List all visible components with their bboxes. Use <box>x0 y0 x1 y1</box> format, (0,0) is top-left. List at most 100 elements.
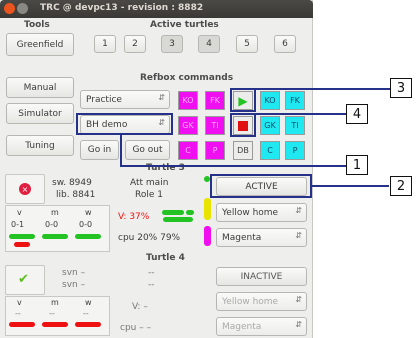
turtle-4-home-value: Yellow home <box>222 296 279 307</box>
close-window-icon[interactable] <box>4 3 15 14</box>
callout-2: 2 <box>390 176 412 196</box>
cyan-freekick-left-button[interactable]: FK <box>205 91 225 110</box>
greenfield-button[interactable]: Greenfield <box>6 33 74 56</box>
turtle-3-lib: lib. 8841 <box>56 190 96 200</box>
goalkick-button[interactable]: GK <box>260 116 280 135</box>
turtle-3-color-value: Magenta <box>222 232 262 243</box>
callout-1: 1 <box>346 155 368 175</box>
combo-arrow-icon: ⇵ <box>158 93 165 102</box>
turtle-4-home-combo[interactable]: Yellow home ⇵ <box>216 292 307 311</box>
w-label: w <box>85 208 92 217</box>
combo-arrow-icon: ⇵ <box>295 295 302 304</box>
turtle-6-button[interactable]: 6 <box>274 35 296 53</box>
annotation-box-2 <box>210 174 312 198</box>
v-error-bar <box>14 242 30 247</box>
m-error-bar <box>42 322 68 327</box>
mode-combo-value: Practice <box>86 94 122 105</box>
m-value: 0-0 <box>45 220 59 229</box>
turtle-3-role: Role 1 <box>135 190 163 200</box>
v-label: v <box>17 298 22 307</box>
v-value: -- <box>15 309 21 318</box>
minimize-window-icon[interactable] <box>17 3 28 14</box>
voltage-bar-3 <box>163 217 193 222</box>
dropball-button[interactable]: DB <box>233 141 253 160</box>
m-status-bar <box>42 234 68 239</box>
turtle-4-color-value: Magenta <box>222 321 262 332</box>
turtle-3-vmw-panel: v m w 0-1 0-0 0-0 <box>5 205 110 252</box>
turtle-3-sw: sw. 8949 <box>52 178 92 188</box>
annotation-line-2 <box>311 185 389 187</box>
error-icon: × <box>19 183 31 195</box>
combo-arrow-icon: ⇵ <box>295 231 302 240</box>
go-in-button[interactable]: Go in <box>80 140 119 160</box>
annotation-box-1 <box>76 113 173 135</box>
w-value: 0-0 <box>79 220 93 229</box>
m-label: m <box>51 298 59 307</box>
v-value: 0-1 <box>11 220 25 229</box>
turtle-4-button[interactable]: 4 <box>198 35 220 53</box>
title-bar: TRC @ devpc13 - revision : 8882 <box>0 0 313 18</box>
m-value: -- <box>49 309 55 318</box>
annotation-line-1b <box>120 165 348 167</box>
refbox-header: Refbox commands <box>140 73 234 83</box>
turtle-3-home-value: Yellow home <box>222 207 279 218</box>
go-out-button[interactable]: Go out <box>125 140 170 160</box>
w-value: -- <box>83 309 89 318</box>
penalty-left-button[interactable]: P <box>205 141 225 160</box>
voltage-bar-1 <box>162 210 184 215</box>
annotation-box-4 <box>230 113 256 137</box>
voltage-bar-2 <box>186 210 194 215</box>
window-title: TRC @ devpc13 - revision : 8882 <box>40 3 204 13</box>
v-status-bar <box>9 234 35 239</box>
v-label: v <box>17 208 22 217</box>
turtle-4-color-combo[interactable]: Magenta ⇵ <box>216 317 307 336</box>
turtle-3-home-indicator <box>204 198 211 220</box>
turtle-4-cpu: cpu – – <box>120 323 152 333</box>
turtle-3-button[interactable]: 3 <box>161 35 183 53</box>
kickoff-button[interactable]: KO <box>260 91 280 110</box>
turtle-4-ok-panel: ✔ <box>5 265 45 295</box>
tools-header: Tools <box>24 20 50 30</box>
w-status-bar <box>75 234 101 239</box>
mode-combo[interactable]: Practice ⇵ <box>80 90 170 109</box>
turtle-3-color-combo[interactable]: Magenta ⇵ <box>216 228 307 247</box>
turtle-3-home-combo[interactable]: Yellow home ⇵ <box>216 203 307 222</box>
combo-arrow-icon: ⇵ <box>295 206 302 215</box>
manual-button[interactable]: Manual <box>6 77 74 98</box>
turtle-3-color-indicator <box>204 226 211 246</box>
turtle-4-voltage: V: – <box>132 302 148 312</box>
corner-left-button[interactable]: C <box>178 141 198 160</box>
turtle-4-sw: svn – <box>62 268 86 278</box>
turtle-3-cpu: cpu 20% 79% <box>118 233 181 243</box>
v-error-bar <box>9 322 35 327</box>
turtle-4-header: Turtle 4 <box>146 253 185 263</box>
annotation-line-3 <box>255 88 391 90</box>
annotation-box-3 <box>230 88 256 112</box>
goalkick-left-button[interactable]: GK <box>178 116 198 135</box>
callout-4: 4 <box>346 104 368 124</box>
penalty-button[interactable]: P <box>285 141 305 160</box>
turtle-3-error-panel: × <box>5 174 45 204</box>
combo-arrow-icon: ⇵ <box>295 320 302 329</box>
throwin-left-button[interactable]: TI <box>205 116 225 135</box>
turtle-2-button[interactable]: 2 <box>124 35 146 53</box>
cyan-kickoff-left-button[interactable]: KO <box>178 91 198 110</box>
w-label: w <box>85 298 92 307</box>
turtle-5-button[interactable]: 5 <box>236 35 258 53</box>
m-label: m <box>51 208 59 217</box>
trc-window: TRC @ devpc13 - revision : 8882 Tools Ac… <box>0 0 313 338</box>
turtle-4-att: -- <box>148 268 155 278</box>
tuning-button[interactable]: Tuning <box>6 135 74 156</box>
active-turtles-header: Active turtles <box>150 20 219 30</box>
checkmark-icon: ✔ <box>18 272 29 287</box>
turtle-3-voltage: V: 37% <box>118 212 150 222</box>
throwin-button[interactable]: TI <box>285 116 305 135</box>
turtle-1-button[interactable]: 1 <box>94 35 116 53</box>
turtle-4-status-button[interactable]: INACTIVE <box>216 267 307 286</box>
freekick-button[interactable]: FK <box>285 91 305 110</box>
turtle-4-role: -- <box>148 280 155 290</box>
annotation-line-1 <box>120 134 122 167</box>
corner-button[interactable]: C <box>260 141 280 160</box>
simulator-button[interactable]: Simulator <box>6 103 74 124</box>
w-error-bar <box>75 322 101 327</box>
